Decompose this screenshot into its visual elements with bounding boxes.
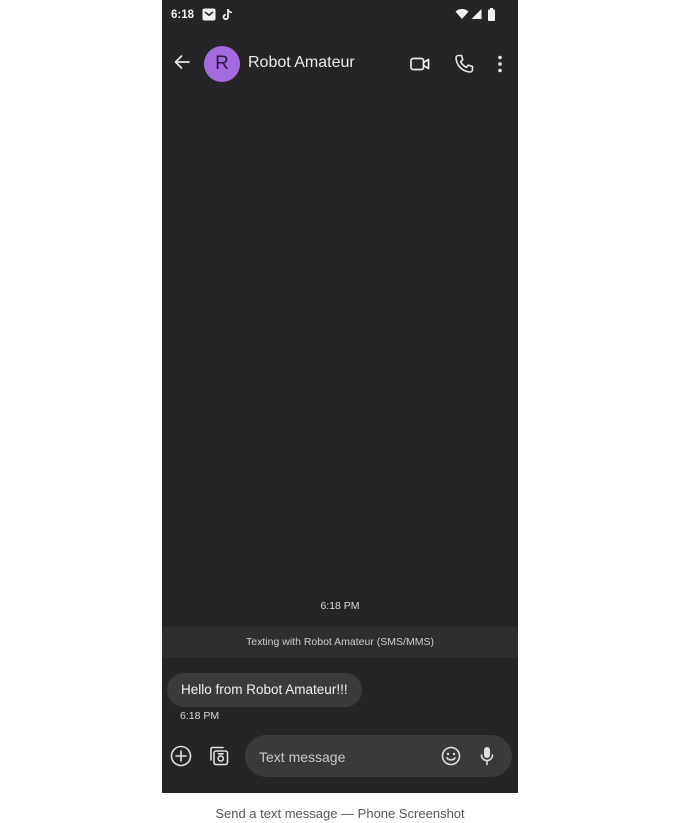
cellular-signal-icon (471, 8, 482, 20)
status-bar: 6:18 (162, 0, 518, 30)
emoji-icon[interactable] (439, 744, 463, 768)
back-arrow-icon[interactable] (170, 50, 194, 74)
screenshot-caption: Send a text message — Phone Screenshot (215, 806, 465, 821)
battery-icon (488, 8, 495, 21)
gallery-camera-icon[interactable] (206, 744, 230, 768)
wifi-icon (455, 8, 469, 20)
conversation-timestamp: 6:18 PM (320, 600, 360, 612)
video-call-icon[interactable] (408, 52, 432, 76)
text-message-input[interactable] (257, 735, 436, 779)
status-time: 6:18 (171, 9, 195, 21)
text-message-field[interactable] (245, 735, 512, 779)
microphone-icon[interactable] (475, 744, 499, 768)
incoming-message-bubble[interactable]: Hello from Robot Amateur!!! (167, 673, 362, 707)
message-timestamp: 6:18 PM (180, 710, 220, 722)
phone-screen: 6:18 R Robot Amateur 6:18 PM Texting wit… (162, 0, 518, 793)
contact-avatar[interactable]: R (204, 46, 240, 82)
add-attachment-icon[interactable] (169, 744, 193, 768)
sms-mms-banner: Texting with Robot Amateur (SMS/MMS) (162, 627, 518, 658)
phone-call-icon[interactable] (452, 52, 476, 76)
tiktok-icon (222, 8, 234, 21)
message-composer (162, 733, 518, 779)
gmail-icon (202, 8, 216, 21)
contact-name[interactable]: Robot Amateur (248, 54, 355, 72)
conversation-app-bar: R Robot Amateur (162, 38, 518, 90)
more-options-icon[interactable] (488, 52, 512, 76)
